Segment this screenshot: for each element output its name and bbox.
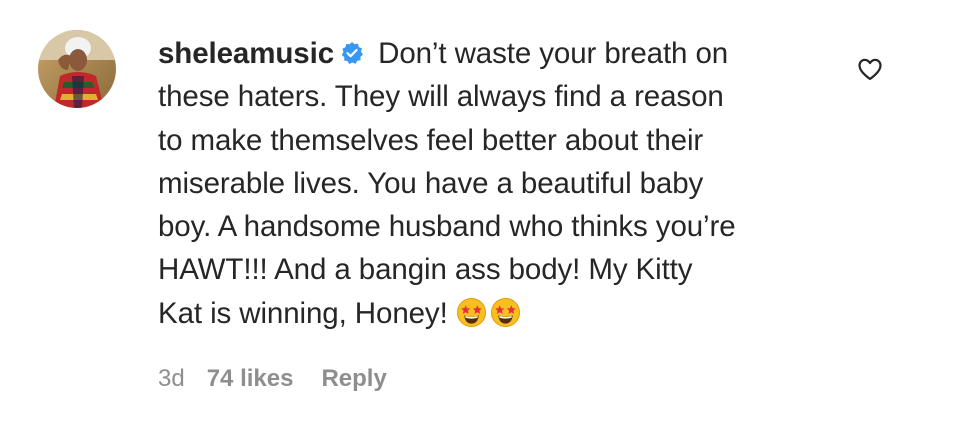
star-struck-emoji-icon [490, 297, 521, 328]
comment-meta: 3d 74 likes Reply [158, 365, 387, 393]
reply-button[interactable]: Reply [321, 365, 386, 392]
star-struck-emoji-icon [456, 297, 487, 328]
comment: sheleamusic Don’t waste your breath on t… [0, 0, 980, 421]
comment-text: sheleamusic Don’t waste your breath on t… [158, 32, 848, 335]
comment-line-3: to make themselves feel better about the… [158, 123, 704, 157]
avatar-image [38, 30, 116, 108]
comment-line-7: Kat is winning, Honey! [158, 296, 456, 330]
comment-line-5: boy. A handsome husband who thinks you’r… [158, 210, 736, 244]
comment-line-4: miserable lives. You have a beautiful ba… [158, 166, 704, 200]
comment-time[interactable]: 3d [158, 365, 185, 392]
comment-line-1: Don’t waste your breath on [370, 37, 729, 70]
avatar[interactable] [38, 30, 116, 108]
comment-line-2: these haters. They will always find a re… [158, 80, 724, 114]
like-heart-icon[interactable] [856, 55, 884, 83]
verified-badge-icon [340, 41, 364, 65]
comment-line-6: HAWT!!! And a bangin ass body! My Kitty [158, 253, 693, 287]
username-link[interactable]: sheleamusic [158, 37, 334, 70]
likes-count-link[interactable]: 74 likes [207, 365, 294, 392]
